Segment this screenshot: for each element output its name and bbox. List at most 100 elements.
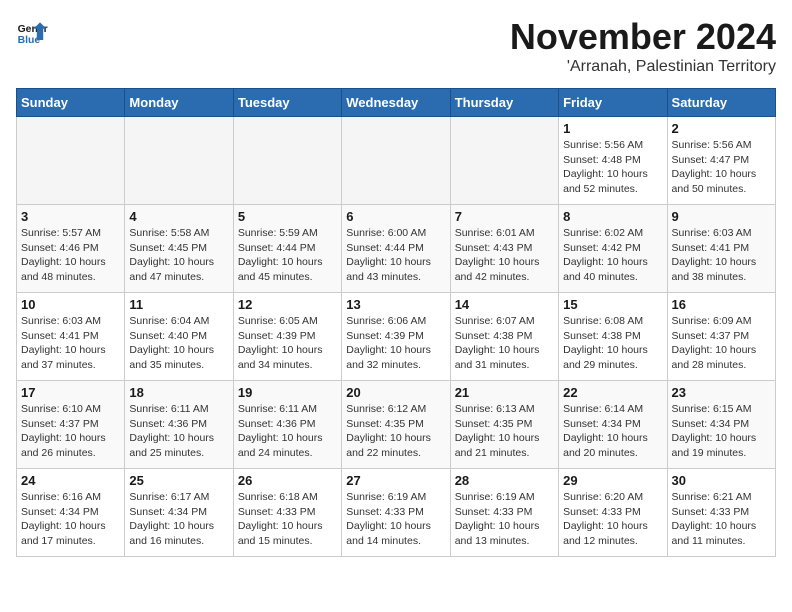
day-info: Sunrise: 6:20 AM Sunset: 4:33 PM Dayligh… bbox=[563, 490, 662, 549]
day-number: 22 bbox=[563, 385, 662, 400]
day-info: Sunrise: 6:15 AM Sunset: 4:34 PM Dayligh… bbox=[672, 402, 771, 461]
calendar-cell: 5 Sunrise: 5:59 AM Sunset: 4:44 PM Daylig… bbox=[233, 205, 341, 293]
day-info: Sunrise: 6:05 AM Sunset: 4:39 PM Dayligh… bbox=[238, 314, 337, 373]
calendar-header-row: SundayMondayTuesdayWednesdayThursdayFrid… bbox=[17, 89, 776, 117]
calendar-cell: 14 Sunrise: 6:07 AM Sunset: 4:38 PM Dayli… bbox=[450, 293, 558, 381]
day-info: Sunrise: 6:09 AM Sunset: 4:37 PM Dayligh… bbox=[672, 314, 771, 373]
weekday-header: Wednesday bbox=[342, 89, 450, 117]
calendar-cell bbox=[125, 117, 233, 205]
day-info: Sunrise: 6:07 AM Sunset: 4:38 PM Dayligh… bbox=[455, 314, 554, 373]
calendar-cell: 19 Sunrise: 6:11 AM Sunset: 4:36 PM Dayli… bbox=[233, 381, 341, 469]
logo-icon: General Blue bbox=[16, 16, 48, 48]
day-number: 9 bbox=[672, 209, 771, 224]
calendar-cell bbox=[450, 117, 558, 205]
day-info: Sunrise: 6:16 AM Sunset: 4:34 PM Dayligh… bbox=[21, 490, 120, 549]
calendar-week-row: 17 Sunrise: 6:10 AM Sunset: 4:37 PM Dayli… bbox=[17, 381, 776, 469]
day-number: 30 bbox=[672, 473, 771, 488]
calendar-cell: 13 Sunrise: 6:06 AM Sunset: 4:39 PM Dayli… bbox=[342, 293, 450, 381]
calendar-cell: 27Sunrise: 6:19 AM Sunset: 4:33 PM Dayli… bbox=[342, 469, 450, 557]
day-number: 3 bbox=[21, 209, 120, 224]
calendar-cell bbox=[233, 117, 341, 205]
day-number: 19 bbox=[238, 385, 337, 400]
calendar-cell: 7 Sunrise: 6:01 AM Sunset: 4:43 PM Daylig… bbox=[450, 205, 558, 293]
calendar-cell: 22Sunrise: 6:14 AM Sunset: 4:34 PM Dayli… bbox=[559, 381, 667, 469]
calendar-cell: 25 Sunrise: 6:17 AM Sunset: 4:34 PM Dayli… bbox=[125, 469, 233, 557]
calendar-cell: 10Sunrise: 6:03 AM Sunset: 4:41 PM Dayli… bbox=[17, 293, 125, 381]
day-number: 8 bbox=[563, 209, 662, 224]
day-info: Sunrise: 6:17 AM Sunset: 4:34 PM Dayligh… bbox=[129, 490, 228, 549]
weekday-header: Monday bbox=[125, 89, 233, 117]
page-header: General Blue November 2024 'Arranah, Pal… bbox=[16, 16, 776, 76]
calendar-cell: 3 Sunrise: 5:57 AM Sunset: 4:46 PM Daylig… bbox=[17, 205, 125, 293]
location-subtitle: 'Arranah, Palestinian Territory bbox=[510, 58, 776, 76]
calendar-cell: 21Sunrise: 6:13 AM Sunset: 4:35 PM Dayli… bbox=[450, 381, 558, 469]
day-info: Sunrise: 5:59 AM Sunset: 4:44 PM Dayligh… bbox=[238, 226, 337, 285]
day-info: Sunrise: 6:11 AM Sunset: 4:36 PM Dayligh… bbox=[238, 402, 337, 461]
day-number: 7 bbox=[455, 209, 554, 224]
calendar-cell: 12 Sunrise: 6:05 AM Sunset: 4:39 PM Dayli… bbox=[233, 293, 341, 381]
calendar-cell: 20Sunrise: 6:12 AM Sunset: 4:35 PM Dayli… bbox=[342, 381, 450, 469]
calendar-cell: 11 Sunrise: 6:04 AM Sunset: 4:40 PM Dayli… bbox=[125, 293, 233, 381]
day-number: 21 bbox=[455, 385, 554, 400]
day-info: Sunrise: 6:10 AM Sunset: 4:37 PM Dayligh… bbox=[21, 402, 120, 461]
title-block: November 2024 'Arranah, Palestinian Terr… bbox=[510, 16, 776, 76]
calendar-cell bbox=[17, 117, 125, 205]
day-number: 29 bbox=[563, 473, 662, 488]
day-info: Sunrise: 5:57 AM Sunset: 4:46 PM Dayligh… bbox=[21, 226, 120, 285]
day-number: 25 bbox=[129, 473, 228, 488]
calendar-cell: 9 Sunrise: 6:03 AM Sunset: 4:41 PM Daylig… bbox=[667, 205, 775, 293]
day-number: 11 bbox=[129, 297, 228, 312]
calendar-cell: 15Sunrise: 6:08 AM Sunset: 4:38 PM Dayli… bbox=[559, 293, 667, 381]
day-number: 4 bbox=[129, 209, 228, 224]
day-number: 14 bbox=[455, 297, 554, 312]
calendar-cell: 1 Sunrise: 5:56 AM Sunset: 4:48 PM Daylig… bbox=[559, 117, 667, 205]
day-number: 1 bbox=[563, 121, 662, 136]
day-info: Sunrise: 6:01 AM Sunset: 4:43 PM Dayligh… bbox=[455, 226, 554, 285]
calendar-cell: 18 Sunrise: 6:11 AM Sunset: 4:36 PM Dayli… bbox=[125, 381, 233, 469]
weekday-header: Thursday bbox=[450, 89, 558, 117]
month-title: November 2024 bbox=[510, 16, 776, 58]
calendar-cell: 26 Sunrise: 6:18 AM Sunset: 4:33 PM Dayli… bbox=[233, 469, 341, 557]
calendar-week-row: 10Sunrise: 6:03 AM Sunset: 4:41 PM Dayli… bbox=[17, 293, 776, 381]
day-number: 5 bbox=[238, 209, 337, 224]
calendar-cell: 16Sunrise: 6:09 AM Sunset: 4:37 PM Dayli… bbox=[667, 293, 775, 381]
calendar-cell: 6 Sunrise: 6:00 AM Sunset: 4:44 PM Daylig… bbox=[342, 205, 450, 293]
day-number: 13 bbox=[346, 297, 445, 312]
day-info: Sunrise: 5:56 AM Sunset: 4:47 PM Dayligh… bbox=[672, 138, 771, 197]
day-info: Sunrise: 6:03 AM Sunset: 4:41 PM Dayligh… bbox=[21, 314, 120, 373]
day-info: Sunrise: 5:58 AM Sunset: 4:45 PM Dayligh… bbox=[129, 226, 228, 285]
weekday-header: Sunday bbox=[17, 89, 125, 117]
calendar-cell: 29 Sunrise: 6:20 AM Sunset: 4:33 PM Dayli… bbox=[559, 469, 667, 557]
day-info: Sunrise: 6:04 AM Sunset: 4:40 PM Dayligh… bbox=[129, 314, 228, 373]
day-number: 28 bbox=[455, 473, 554, 488]
calendar-table: SundayMondayTuesdayWednesdayThursdayFrid… bbox=[16, 88, 776, 557]
day-info: Sunrise: 6:00 AM Sunset: 4:44 PM Dayligh… bbox=[346, 226, 445, 285]
calendar-week-row: 24 Sunrise: 6:16 AM Sunset: 4:34 PM Dayli… bbox=[17, 469, 776, 557]
calendar-cell bbox=[342, 117, 450, 205]
day-info: Sunrise: 6:06 AM Sunset: 4:39 PM Dayligh… bbox=[346, 314, 445, 373]
calendar-week-row: 3 Sunrise: 5:57 AM Sunset: 4:46 PM Daylig… bbox=[17, 205, 776, 293]
calendar-cell: 2 Sunrise: 5:56 AM Sunset: 4:47 PM Daylig… bbox=[667, 117, 775, 205]
calendar-cell: 4 Sunrise: 5:58 AM Sunset: 4:45 PM Daylig… bbox=[125, 205, 233, 293]
calendar-cell: 23 Sunrise: 6:15 AM Sunset: 4:34 PM Dayli… bbox=[667, 381, 775, 469]
day-info: Sunrise: 5:56 AM Sunset: 4:48 PM Dayligh… bbox=[563, 138, 662, 197]
day-info: Sunrise: 6:11 AM Sunset: 4:36 PM Dayligh… bbox=[129, 402, 228, 461]
day-number: 18 bbox=[129, 385, 228, 400]
svg-text:General: General bbox=[18, 24, 48, 35]
day-info: Sunrise: 6:19 AM Sunset: 4:33 PM Dayligh… bbox=[346, 490, 445, 549]
day-number: 24 bbox=[21, 473, 120, 488]
day-number: 17 bbox=[21, 385, 120, 400]
day-number: 15 bbox=[563, 297, 662, 312]
day-info: Sunrise: 6:18 AM Sunset: 4:33 PM Dayligh… bbox=[238, 490, 337, 549]
weekday-header: Tuesday bbox=[233, 89, 341, 117]
day-number: 12 bbox=[238, 297, 337, 312]
day-number: 26 bbox=[238, 473, 337, 488]
day-number: 2 bbox=[672, 121, 771, 136]
calendar-cell: 28Sunrise: 6:19 AM Sunset: 4:33 PM Dayli… bbox=[450, 469, 558, 557]
day-number: 6 bbox=[346, 209, 445, 224]
day-info: Sunrise: 6:03 AM Sunset: 4:41 PM Dayligh… bbox=[672, 226, 771, 285]
calendar-cell: 17 Sunrise: 6:10 AM Sunset: 4:37 PM Dayli… bbox=[17, 381, 125, 469]
day-number: 23 bbox=[672, 385, 771, 400]
calendar-cell: 30Sunrise: 6:21 AM Sunset: 4:33 PM Dayli… bbox=[667, 469, 775, 557]
logo: General Blue bbox=[16, 16, 48, 48]
